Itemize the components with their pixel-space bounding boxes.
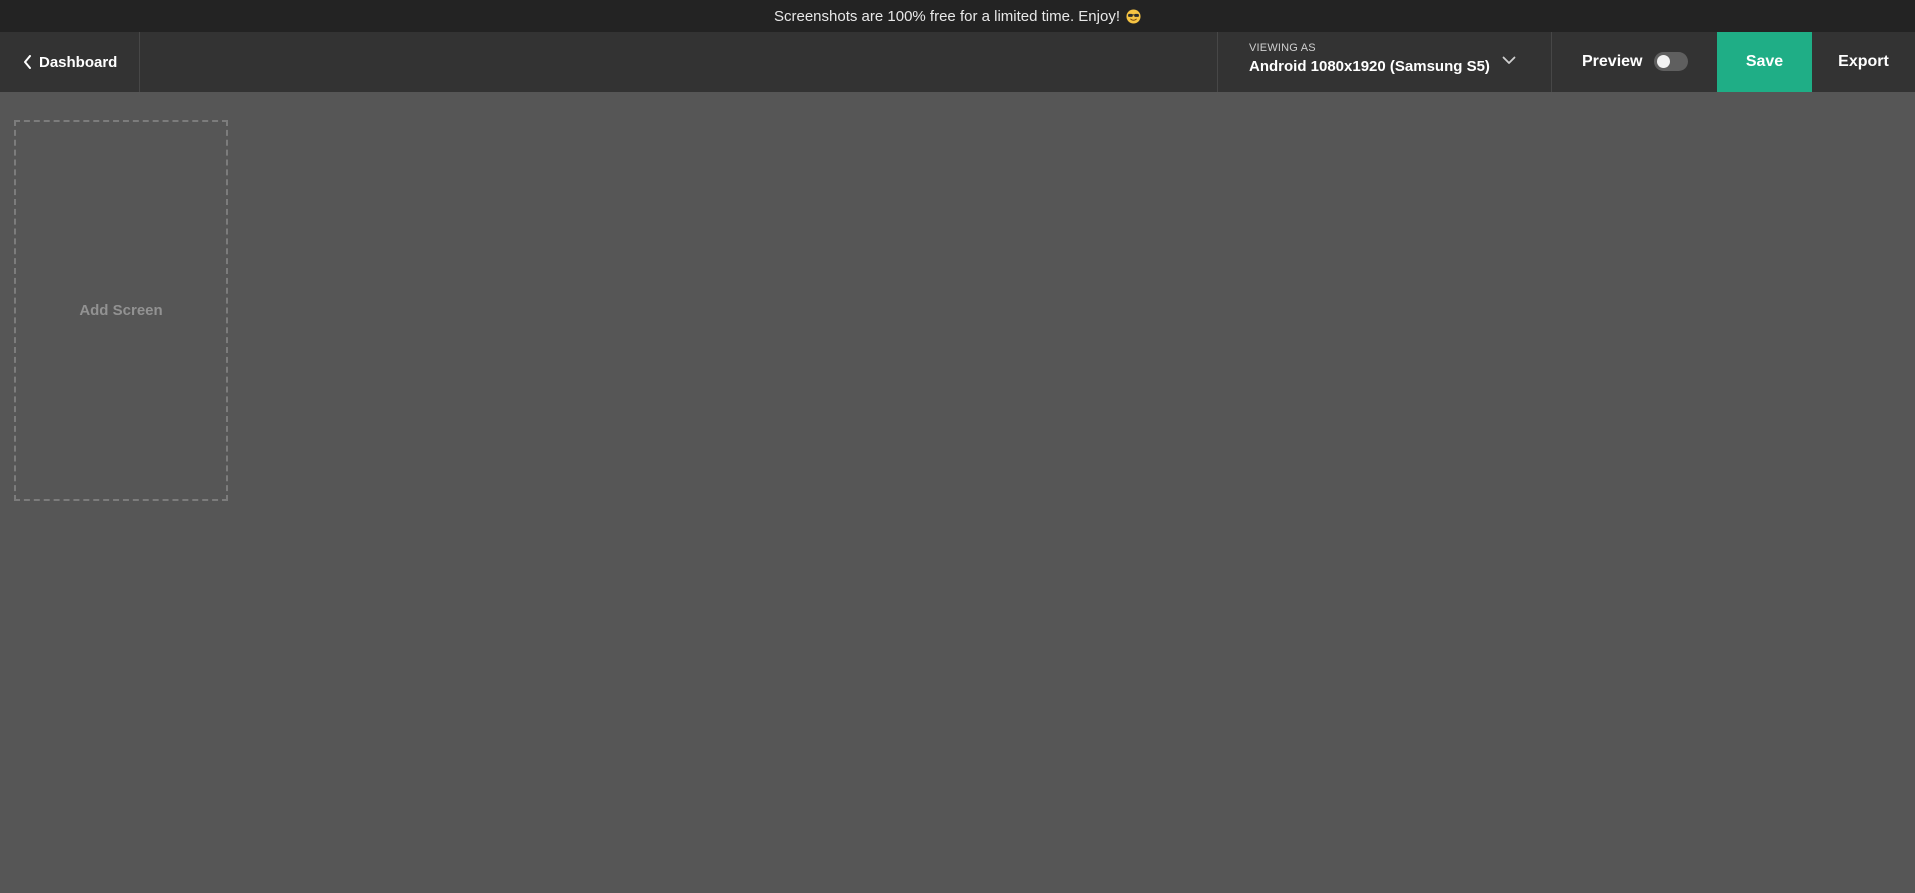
preview-toggle-knob [1657, 55, 1670, 68]
export-button[interactable]: Export [1812, 32, 1915, 92]
device-selector-caption: VIEWING AS [1249, 42, 1316, 54]
device-selector[interactable]: VIEWING AS Android 1080x1920 (Samsung S5… [1217, 32, 1551, 92]
dashboard-back-button[interactable]: Dashboard [0, 32, 140, 92]
preview-control: Preview [1551, 32, 1717, 92]
sunglasses-emoji-icon [1126, 8, 1141, 24]
promo-banner-text: Screenshots are 100% free for a limited … [774, 7, 1120, 25]
preview-label: Preview [1582, 53, 1643, 70]
preview-toggle[interactable] [1654, 52, 1688, 71]
promo-banner: Screenshots are 100% free for a limited … [0, 0, 1915, 32]
dashboard-back-label: Dashboard [39, 53, 118, 71]
top-toolbar: Dashboard VIEWING AS Android 1080x1920 (… [0, 32, 1915, 92]
chevron-left-icon [24, 55, 31, 69]
add-screen-placeholder[interactable]: Add Screen [14, 120, 228, 501]
save-button[interactable]: Save [1717, 32, 1812, 92]
chevron-down-icon [1502, 56, 1516, 64]
device-selector-value: Android 1080x1920 (Samsung S5) [1249, 58, 1490, 75]
add-screen-label: Add Screen [79, 302, 163, 319]
